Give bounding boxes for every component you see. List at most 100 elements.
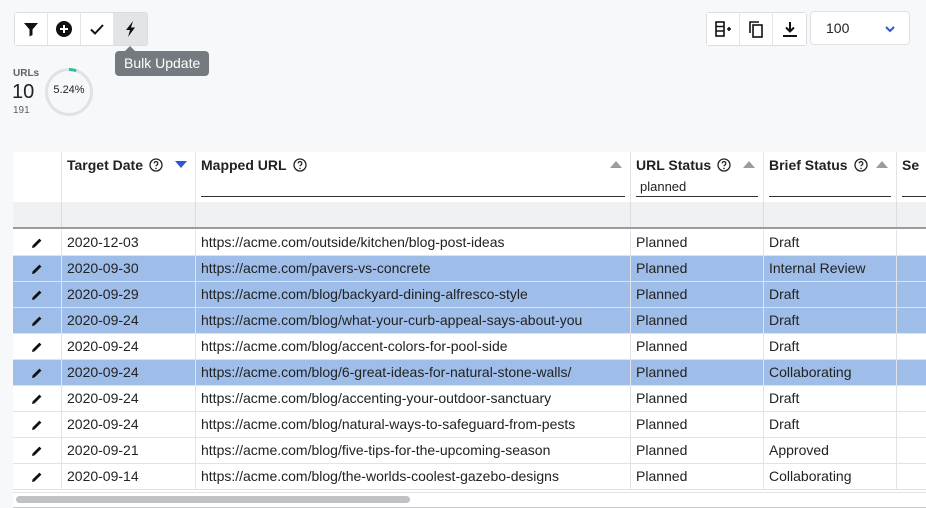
table-row[interactable]: 2020-09-29 https://acme.com/blog/backyard… (13, 282, 926, 308)
sort-asc-icon[interactable] (876, 160, 888, 169)
add-button[interactable] (48, 13, 81, 45)
mapped-url-cell: https://acme.com/blog/accenting-your-out… (196, 386, 631, 411)
edit-cell[interactable] (13, 282, 62, 307)
edit-cell[interactable] (13, 308, 62, 333)
help-icon[interactable] (149, 158, 163, 172)
table-row[interactable]: 2020-12-03 https://acme.com/outside/kitch… (13, 230, 926, 256)
help-icon[interactable] (717, 158, 731, 172)
edit-cell[interactable] (13, 412, 62, 437)
target-date-cell: 2020-09-14 (62, 464, 196, 489)
mapped-url-cell: https://acme.com/outside/kitchen/blog-po… (196, 230, 631, 255)
toolbar-left (14, 12, 148, 46)
header-next[interactable]: Se (897, 152, 926, 202)
url-status-cell: Planned (631, 334, 764, 359)
table-row[interactable]: 2020-09-24 https://acme.com/blog/accentin… (13, 386, 926, 412)
table-row[interactable]: 2020-09-24 https://acme.com/blog/6-great-… (13, 360, 926, 386)
pencil-icon[interactable] (31, 367, 43, 379)
download-button[interactable] (773, 13, 806, 45)
pencil-icon[interactable] (31, 315, 43, 327)
url-status-cell: Planned (631, 438, 764, 463)
table-row[interactable]: 2020-09-24 https://acme.com/blog/natural-… (13, 412, 926, 438)
toolbar-right (706, 12, 807, 46)
pencil-icon[interactable] (31, 419, 43, 431)
target-date-cell: 2020-09-30 (62, 256, 196, 281)
target-date-cell: 2020-09-24 (62, 412, 196, 437)
brief-status-header: Brief Status (769, 157, 848, 173)
mapped-url-cell: https://acme.com/blog/backyard-dining-al… (196, 282, 631, 307)
edit-cell[interactable] (13, 360, 62, 385)
pencil-icon[interactable] (31, 237, 43, 249)
check-icon (90, 24, 104, 35)
header-edit (13, 152, 62, 202)
brief-status-cell: Internal Review (764, 256, 897, 281)
add-column-button[interactable] (707, 13, 740, 45)
mapped-url-filter[interactable] (201, 196, 625, 197)
page-size-select[interactable]: 100 (810, 11, 910, 45)
mapped-url-cell: https://acme.com/blog/what-your-curb-app… (196, 308, 631, 333)
next-column-cell (897, 412, 926, 437)
approve-button[interactable] (81, 13, 114, 45)
mapped-url-cell: https://acme.com/blog/natural-ways-to-sa… (196, 412, 631, 437)
data-grid: Target Date Mapped URL URL Status planne… (13, 152, 926, 508)
table-row[interactable]: 2020-09-24 https://acme.com/blog/accent-c… (13, 334, 926, 360)
url-status-cell: Planned (631, 412, 764, 437)
download-icon (782, 22, 797, 37)
brief-status-cell: Draft (764, 282, 897, 307)
page-size-value: 100 (826, 20, 850, 36)
sort-asc-icon[interactable] (610, 160, 622, 169)
urls-total: 191 (13, 105, 30, 116)
help-icon[interactable] (853, 158, 868, 172)
table-row[interactable]: 2020-09-21 https://acme.com/blog/five-tip… (13, 438, 926, 464)
mapped-url-cell: https://acme.com/blog/the-worlds-coolest… (196, 464, 631, 489)
scrollbar-thumb[interactable] (16, 496, 410, 503)
url-status-cell: Planned (631, 308, 764, 333)
sort-asc-icon[interactable] (743, 160, 755, 169)
brief-status-cell: Draft (764, 412, 897, 437)
pencil-icon[interactable] (31, 445, 43, 457)
next-column-cell (897, 256, 926, 281)
url-status-filter-value[interactable]: planned (640, 179, 686, 194)
filter-button[interactable] (15, 13, 48, 45)
pencil-icon[interactable] (31, 393, 43, 405)
bolt-icon (125, 21, 135, 37)
edit-cell[interactable] (13, 386, 62, 411)
target-date-cell: 2020-09-24 (62, 386, 196, 411)
pencil-icon[interactable] (31, 471, 43, 483)
header-url-status[interactable]: URL Status planned (631, 152, 764, 202)
pencil-icon[interactable] (31, 289, 43, 301)
help-icon[interactable] (292, 158, 307, 172)
brief-status-filter[interactable] (769, 196, 891, 197)
sort-desc-icon[interactable] (175, 160, 187, 169)
grid-header: Target Date Mapped URL URL Status planne… (13, 152, 926, 202)
horizontal-scrollbar[interactable] (13, 492, 926, 508)
url-status-cell: Planned (631, 386, 764, 411)
next-column-header: Se (902, 157, 920, 173)
url-status-cell: Planned (631, 230, 764, 255)
brief-status-cell: Draft (764, 308, 897, 333)
pencil-icon[interactable] (31, 341, 43, 353)
url-status-header: URL Status (636, 157, 712, 173)
url-status-filter[interactable] (636, 196, 758, 197)
edit-cell[interactable] (13, 464, 62, 489)
header-mapped-url[interactable]: Mapped URL (196, 152, 631, 202)
header-brief-status[interactable]: Brief Status (764, 152, 897, 202)
brief-status-cell: Draft (764, 386, 897, 411)
edit-cell[interactable] (13, 256, 62, 281)
pencil-icon[interactable] (31, 263, 43, 275)
edit-cell[interactable] (13, 230, 62, 255)
table-row[interactable]: 2020-09-24 https://acme.com/blog/what-you… (13, 308, 926, 334)
edit-cell[interactable] (13, 438, 62, 463)
edit-cell[interactable] (13, 334, 62, 359)
bulk-update-button[interactable] (114, 13, 147, 45)
next-column-cell (897, 282, 926, 307)
urls-count: 10 (12, 81, 35, 103)
next-column-filter[interactable] (902, 196, 926, 197)
table-row[interactable]: 2020-09-30 https://acme.com/pavers-vs-con… (13, 256, 926, 282)
target-date-cell: 2020-09-24 (62, 334, 196, 359)
copy-icon (749, 21, 763, 38)
copy-button[interactable] (740, 13, 773, 45)
table-row[interactable]: 2020-09-14 https://acme.com/blog/the-worl… (13, 464, 926, 490)
next-column-cell (897, 230, 926, 255)
url-status-cell: Planned (631, 360, 764, 385)
header-target-date[interactable]: Target Date (62, 152, 196, 202)
